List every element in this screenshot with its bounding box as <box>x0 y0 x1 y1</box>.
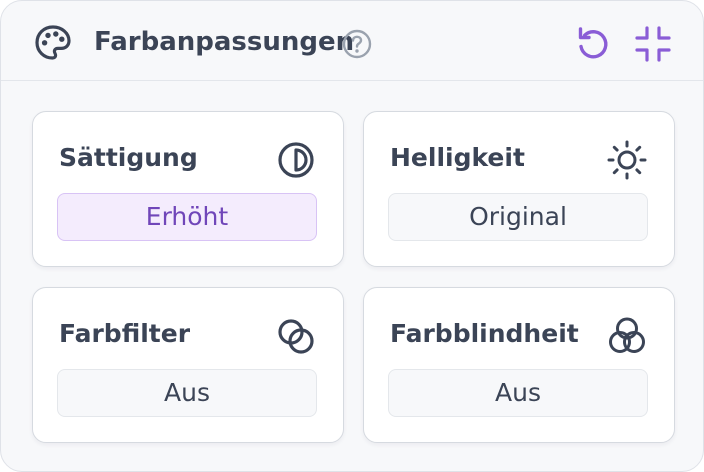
three-circles-icon <box>609 317 645 353</box>
card-label: Helligkeit <box>390 143 525 172</box>
overlapping-circles-icon <box>278 319 314 354</box>
farbfilter-value[interactable]: Aus <box>57 369 317 417</box>
card-saettigung[interactable]: Sättigung Erhöht <box>32 111 344 267</box>
farbblindheit-value[interactable]: Aus <box>388 369 648 417</box>
card-farbfilter[interactable]: Farbfilter Aus <box>32 287 344 443</box>
panel-title: Farbanpassungen <box>94 27 355 57</box>
reset-icon[interactable] <box>572 23 614 65</box>
saettigung-value[interactable]: Erhöht <box>57 193 317 241</box>
card-label: Farbblindheit <box>390 319 579 348</box>
card-farbblindheit[interactable]: Farbblindheit Aus <box>363 287 675 443</box>
question-circle-icon[interactable] <box>341 28 373 60</box>
card-label: Sättigung <box>59 143 198 172</box>
panel-header: Farbanpassungen <box>1 1 703 81</box>
helligkeit-value[interactable]: Original <box>388 193 648 241</box>
card-label: Farbfilter <box>59 319 191 348</box>
sun-icon <box>607 140 647 180</box>
collapse-icon[interactable] <box>632 23 674 65</box>
palette-icon <box>35 25 71 60</box>
card-helligkeit[interactable]: Helligkeit Original <box>363 111 675 267</box>
contrast-icon <box>278 142 314 178</box>
color-adjustments-panel: Farbanpassungen Sättigung Erhöht Helligk… <box>0 0 704 472</box>
